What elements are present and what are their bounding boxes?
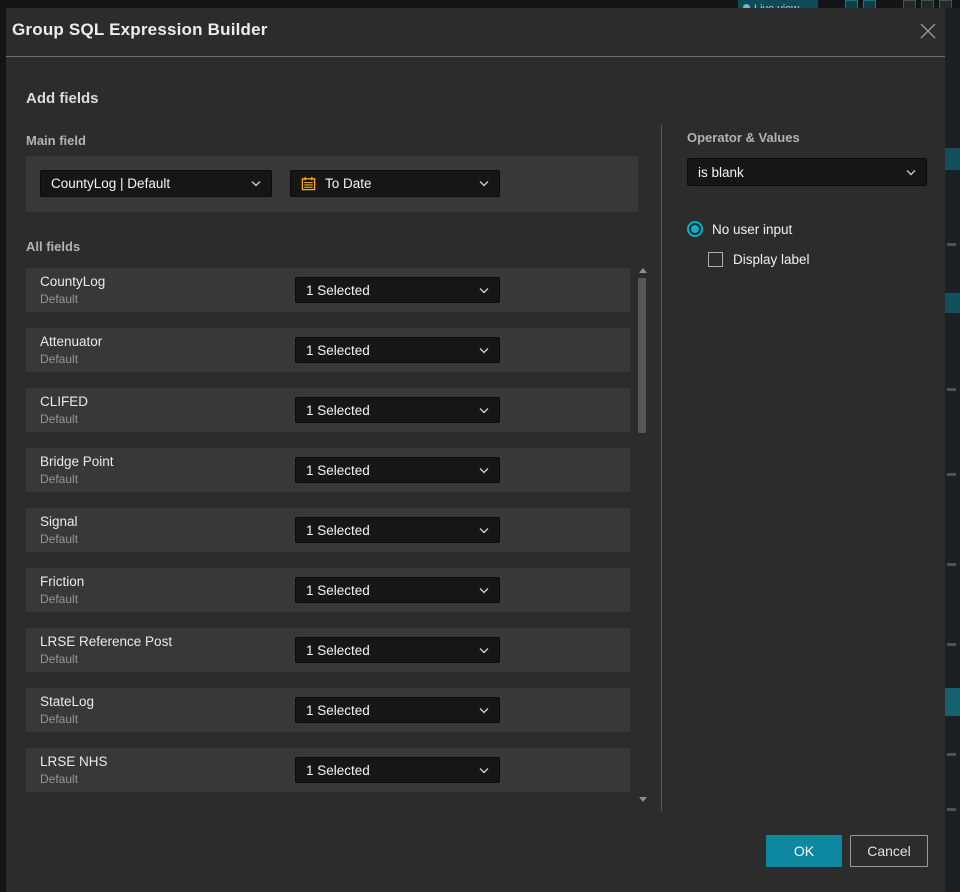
field-selected-dropdown[interactable]: 1 Selected (295, 277, 500, 303)
field-name: Signal (40, 514, 78, 529)
background-toolbar-button (903, 0, 916, 8)
operator-dropdown[interactable]: is blank (687, 158, 927, 186)
operator-values-label: Operator & Values (687, 130, 800, 145)
field-row: StateLog Default 1 Selected (26, 688, 630, 732)
field-name: CLIFED (40, 394, 89, 409)
field-row: CLIFED Default 1 Selected (26, 388, 630, 432)
field-row: LRSE NHS Default 1 Selected (26, 748, 630, 792)
field-row: Signal Default 1 Selected (26, 508, 630, 552)
field-name: Attenuator (40, 334, 103, 349)
ok-button[interactable]: OK (766, 835, 842, 867)
radio-selected-dot (691, 225, 699, 233)
field-name: Friction (40, 574, 85, 589)
field-row: LRSE Reference Post Default 1 Selected (26, 628, 630, 672)
chevron-down-icon (479, 767, 489, 774)
field-selected-dropdown[interactable]: 1 Selected (295, 697, 500, 723)
background-app-right-strip (945, 8, 960, 892)
cancel-button[interactable]: Cancel (850, 835, 928, 867)
chevron-down-icon (479, 287, 489, 294)
chevron-down-icon (479, 467, 489, 474)
live-view-toggle: Live view (738, 0, 818, 8)
main-field-dropdown[interactable]: CountyLog | Default (40, 170, 272, 197)
field-selected-value: 1 Selected (306, 282, 370, 298)
field-variant-label: Default (40, 592, 79, 606)
field-selected-dropdown[interactable]: 1 Selected (295, 457, 500, 483)
field-row: CountyLog Default 1 Selected (26, 268, 630, 312)
scroll-up-arrow[interactable] (639, 268, 647, 273)
field-selected-value: 1 Selected (306, 402, 370, 418)
field-name: Bridge Point (40, 454, 114, 469)
title-separator (6, 56, 945, 57)
field-variant-label: Default (40, 472, 79, 486)
field-variant-label: Default (40, 352, 79, 366)
main-field-label: Main field (26, 133, 86, 148)
field-row: Bridge Point Default 1 Selected (26, 448, 630, 492)
date-type-dropdown-value: To Date (325, 176, 372, 191)
field-variant-label: Default (40, 292, 79, 306)
operator-dropdown-value: is blank (698, 164, 744, 180)
field-selected-dropdown[interactable]: 1 Selected (295, 397, 500, 423)
dialog-title-bar: Group SQL Expression Builder (6, 8, 945, 56)
background-toolbar-button (845, 0, 858, 8)
scrollbar-thumb[interactable] (638, 278, 646, 433)
close-icon[interactable] (916, 19, 940, 43)
field-selected-value: 1 Selected (306, 582, 370, 598)
display-label-text: Display label (733, 252, 810, 267)
field-selected-dropdown[interactable]: 1 Selected (295, 517, 500, 543)
group-sql-expression-builder-dialog: Group SQL Expression Builder Add fields … (6, 8, 945, 892)
all-fields-list: CountyLog Default 1 Selected Attenuator … (26, 268, 630, 802)
radio-button-icon (687, 221, 703, 237)
field-selected-dropdown[interactable]: 1 Selected (295, 337, 500, 363)
field-variant-label: Default (40, 712, 79, 726)
field-selected-value: 1 Selected (306, 522, 370, 538)
chevron-down-icon (479, 587, 489, 594)
field-selected-value: 1 Selected (306, 702, 370, 718)
field-name: LRSE Reference Post (40, 634, 173, 649)
list-scrollbar[interactable] (637, 266, 649, 804)
vertical-divider (661, 125, 662, 811)
calendar-icon (301, 176, 316, 191)
background-toolbar-button (863, 0, 876, 8)
chevron-down-icon (906, 169, 916, 176)
field-variant-label: Default (40, 412, 79, 426)
chevron-down-icon (479, 180, 489, 187)
date-type-dropdown[interactable]: To Date (290, 170, 500, 197)
no-user-input-label: No user input (712, 221, 793, 237)
scroll-down-arrow[interactable] (639, 797, 647, 802)
field-selected-value: 1 Selected (306, 642, 370, 658)
field-row: Attenuator Default 1 Selected (26, 328, 630, 372)
display-label-checkbox[interactable]: Display label (708, 251, 810, 268)
field-selected-value: 1 Selected (306, 762, 370, 778)
chevron-down-icon (479, 527, 489, 534)
field-selected-value: 1 Selected (306, 342, 370, 358)
field-selected-value: 1 Selected (306, 462, 370, 478)
add-fields-heading: Add fields (26, 90, 99, 107)
background-toolbar-button (921, 0, 934, 8)
background-toolbar-button (939, 0, 952, 8)
field-variant-label: Default (40, 772, 79, 786)
background-app-top-strip: Live view (0, 0, 960, 8)
main-field-panel: CountyLog | Default To Date (26, 156, 638, 212)
all-fields-label: All fields (26, 239, 81, 254)
main-field-dropdown-value: CountyLog | Default (51, 176, 171, 191)
field-selected-dropdown[interactable]: 1 Selected (295, 757, 500, 783)
field-name: StateLog (40, 694, 95, 709)
chevron-down-icon (479, 347, 489, 354)
no-user-input-radio[interactable]: No user input (687, 220, 792, 238)
field-selected-dropdown[interactable]: 1 Selected (295, 577, 500, 603)
chevron-down-icon (479, 647, 489, 654)
checkbox-icon (708, 252, 723, 267)
dialog-title: Group SQL Expression Builder (12, 20, 268, 39)
field-row: Friction Default 1 Selected (26, 568, 630, 612)
chevron-down-icon (251, 180, 261, 187)
chevron-down-icon (479, 407, 489, 414)
field-variant-label: Default (40, 532, 79, 546)
field-name: LRSE NHS (40, 754, 108, 769)
field-name: CountyLog (40, 274, 106, 289)
chevron-down-icon (479, 707, 489, 714)
field-selected-dropdown[interactable]: 1 Selected (295, 637, 500, 663)
field-variant-label: Default (40, 652, 79, 666)
